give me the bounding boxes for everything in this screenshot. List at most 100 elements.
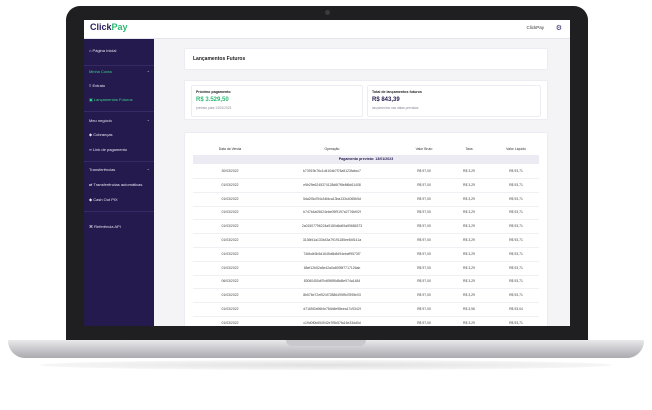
cell-gross: R$ 97,00 — [417, 169, 431, 173]
cell-gross: R$ 97,00 — [417, 238, 431, 242]
cell-date: 01/03/2022 — [221, 293, 239, 298]
sidebar-section-label: Transferências — [89, 167, 116, 172]
cell-gross: R$ 97,00 — [417, 320, 431, 325]
logo[interactable]: ClickPay — [90, 22, 128, 32]
sidebar-item-label: Lançamentos Futuros — [93, 97, 133, 102]
table-row[interactable]: 01/03/2022 3136fd1a133b43a79191185ee84f14… — [193, 235, 539, 248]
table-row[interactable]: 01/03/2022 d7165f2a96f4e784b8e98eea17c934… — [193, 304, 539, 317]
diamond-icon: ◆ — [89, 197, 93, 202]
cell-net: R$ 93,71 — [509, 169, 523, 173]
cell-gross: R$ 97,00 — [417, 251, 431, 256]
col-header-net[interactable]: Valor Líquido — [491, 147, 541, 151]
cell-fee: R$ 3,29 — [463, 169, 475, 173]
sidebar-item-cash-out-pix[interactable]: ◆ Cash Out PIX — [89, 197, 118, 202]
cell-net: R$ 93,71 — [509, 196, 523, 201]
sidebar-item-label: Página Inicial — [92, 48, 117, 53]
cell-net: R$ 93,71 — [509, 210, 523, 215]
sidebar-item-extrato[interactable]: ≡ Extrato — [89, 83, 105, 88]
transfer-icon: ⇄ — [89, 182, 93, 187]
tag-icon: ◆ — [89, 132, 93, 137]
sidebar-item-transferencias-auto[interactable]: ⇄ Transferências automáticas — [89, 182, 142, 187]
page-title: Lançamentos Futuros — [193, 56, 246, 62]
sidebar-section-label: Meu negócio — [89, 118, 112, 123]
sidebar-item-label: Cobranças — [93, 132, 113, 137]
cell-operation: 8b576e72ef524f72886495f9d7895e03 — [303, 293, 361, 298]
chevron-down-icon[interactable]: ⌄ — [147, 117, 150, 122]
sidebar-section-transfers[interactable]: Transferências — [89, 167, 115, 172]
sidebar-item-link-pagamento[interactable]: ∞ Link de pagamento — [89, 147, 127, 152]
sidebar-item-label: Referência API — [94, 224, 121, 229]
sidebar-section-business[interactable]: Meu negócio — [89, 118, 112, 123]
cell-date: 01/03/2022 — [221, 224, 239, 229]
cell-date: 06/03/2022 — [221, 279, 239, 284]
cell-gross: R$ 97,00 — [417, 224, 431, 229]
chevron-down-icon[interactable]: ⌄ — [147, 166, 150, 171]
col-header-operation[interactable]: Operação — [267, 147, 397, 151]
table-row[interactable]: 01/03/2022 746bdb3b5d1645d6b8d94ebcff9573… — [193, 249, 539, 262]
cell-operation: 746bdb3b5d1645d6b8d94ebcff9573f7 — [303, 251, 361, 256]
cell-fee: R$ 3,29 — [463, 210, 475, 215]
table-row[interactable]: 06/03/2022 83060450df7b4f5f8f5d5d8e974a14… — [193, 276, 539, 290]
sidebar-divider — [84, 161, 154, 162]
cell-net: R$ 93,71 — [509, 320, 523, 325]
cell-fee: R$ 3,29 — [463, 279, 475, 284]
sidebar-item-home[interactable]: ⌂ Página Inicial — [89, 48, 116, 53]
table-row[interactable]: 30/03/2022 b73919b76c1d410db7f76a5123fabc… — [193, 166, 539, 179]
table-row[interactable]: 01/03/2022 68ef12b52a5e42a0a8095f7717126a… — [193, 263, 539, 276]
chevron-down-icon[interactable]: ⌄ — [147, 68, 150, 73]
col-header-fee[interactable]: Taxa — [449, 147, 489, 151]
sidebar-divider — [84, 65, 154, 66]
cell-gross: R$ 97,00 — [417, 196, 431, 201]
cell-operation: 68ef12b52a5e42a0a8095f7717126ab — [303, 265, 361, 270]
table-row[interactable]: 01/03/2022 5da2f3c094c34fdca13ba133c4065b… — [193, 194, 539, 207]
cell-net: R$ 93,04 — [509, 307, 523, 311]
next-payment-box: Próximo pagamento R$ 3.529,50 previsto p… — [191, 85, 363, 117]
sidebar: ⌂ Página Inicial Minha Conta ⌄ ≡ Extrato… — [84, 39, 154, 326]
cell-net: R$ 93,71 — [509, 182, 523, 187]
home-icon: ⌂ — [89, 48, 92, 53]
user-name[interactable]: ClickPay — [526, 25, 544, 30]
cell-gross: R$ 97,00 — [417, 293, 431, 298]
total-future-box: Total de lançamentos futuros R$ 843,39 l… — [367, 85, 541, 117]
sidebar-item-label: Transferências automáticas — [93, 182, 143, 187]
sidebar-item-label: Extrato — [92, 83, 106, 88]
table-row[interactable]: 01/03/2022 b747b4a05624ebe09f9197a2776bf0… — [193, 207, 539, 221]
code-icon: ⌘ — [89, 224, 93, 229]
cell-fee: R$ 3,29 — [463, 293, 475, 298]
cell-operation: d7165f2a96f4e784b8e98eea17c9342f — [303, 307, 361, 311]
cell-date: 01/03/2022 — [221, 265, 239, 270]
cell-net: R$ 93,71 — [509, 251, 523, 256]
table-row[interactable]: 01/03/2022 2a01507796224a9180d6d69a596863… — [193, 221, 539, 235]
sidebar-item-cobrancas[interactable]: ◆ Cobranças — [89, 132, 113, 137]
cell-gross: R$ 97,00 — [417, 182, 431, 187]
next-payment-value: R$ 3.529,50 — [196, 97, 229, 103]
link-icon: ∞ — [89, 147, 92, 152]
sidebar-item-lancamentos[interactable]: ▣ Lançamentos Futuros — [89, 97, 133, 102]
cell-gross: R$ 97,00 — [417, 210, 431, 215]
cell-fee: R$ 3,96 — [463, 307, 475, 311]
sidebar-item-label: Link de pagamento — [92, 147, 128, 152]
table-row[interactable]: 01/03/2022 e5b29e6245374128d6f7f8e8f6d614… — [193, 180, 539, 193]
calendar-icon: ▣ — [89, 97, 93, 102]
cell-operation: b747b4a05624ebe09f9197a2776bf02f — [303, 210, 361, 215]
sidebar-section-label: Minha Conta — [89, 69, 112, 74]
laptop-shadow — [40, 360, 612, 370]
sidebar-section-account[interactable]: Minha Conta — [89, 69, 112, 74]
table-row[interactable]: 01/03/2022 c19d0f0b654942e7f5b57fa16e33dd… — [193, 318, 539, 326]
summary-card: Próximo pagamento R$ 3.529,50 previsto p… — [184, 80, 548, 120]
cell-gross: R$ 97,00 — [417, 307, 431, 311]
cell-operation: b73919b76c1d410db7f76a5123fabcc7 — [303, 169, 361, 173]
cell-fee: R$ 3,29 — [463, 182, 475, 187]
topbar: ClickPay ClickPay ⚙ — [84, 20, 570, 39]
col-header-date[interactable]: Data da Venda — [195, 147, 265, 151]
col-header-gross[interactable]: Valor Bruto — [399, 147, 449, 151]
gear-icon[interactable]: ⚙ — [556, 24, 562, 32]
sidebar-item-api[interactable]: ⌘ Referência API — [89, 224, 121, 229]
total-future-sub: lançamentos nas datas previstas — [372, 106, 419, 110]
app-screen: ClickPay ClickPay ⚙ ⌂ Página Inicial Min… — [84, 20, 570, 326]
cell-fee: R$ 3,29 — [463, 238, 475, 242]
cell-net: R$ 93,71 — [509, 224, 523, 229]
table-card: Data da Venda Operação Valor Bruto Taxa … — [184, 132, 548, 326]
laptop-notch — [286, 340, 366, 346]
table-row[interactable]: 01/03/2022 8b576e72ef524f72886495f9d7895e… — [193, 290, 539, 304]
